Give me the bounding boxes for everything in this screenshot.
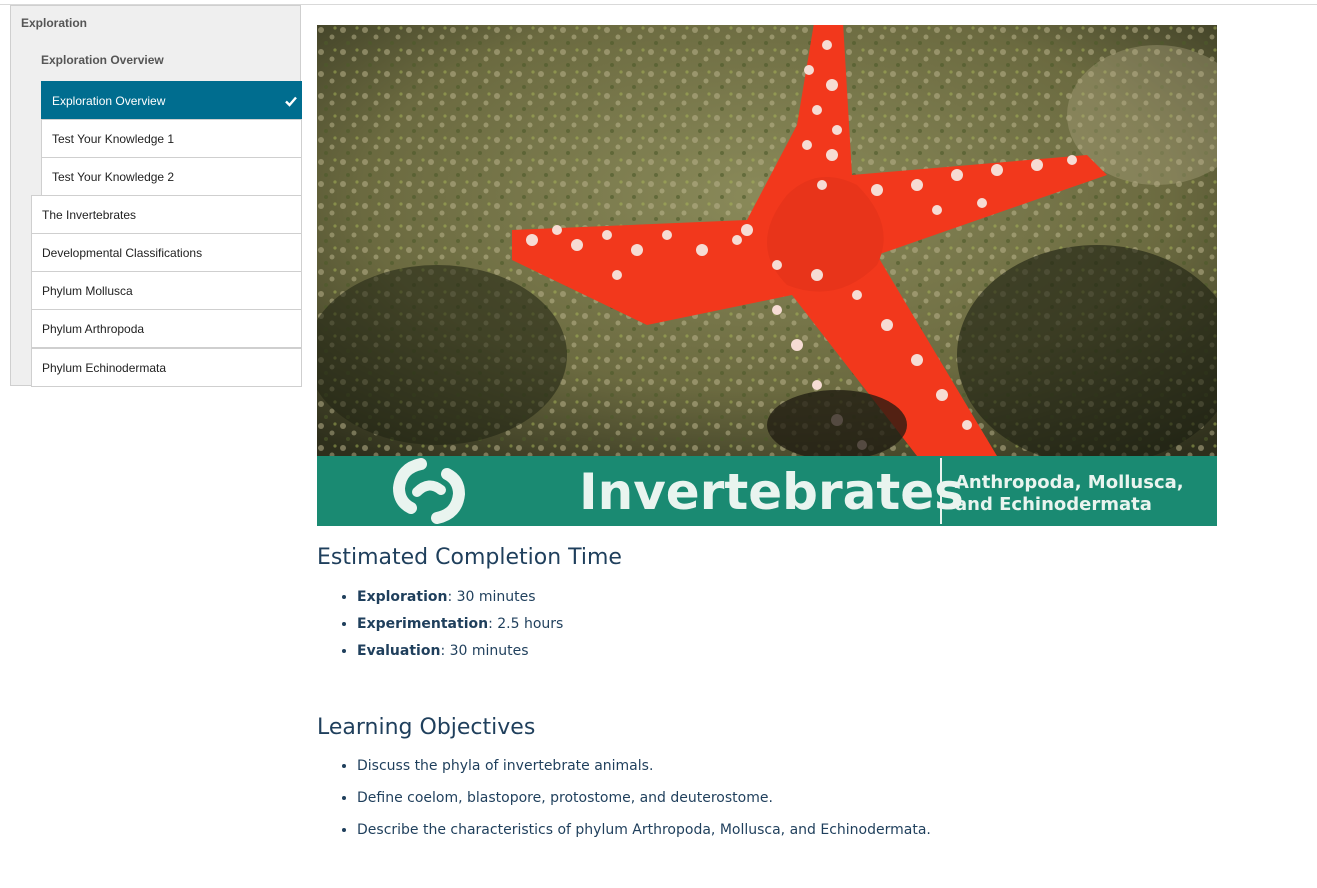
sidebar-item-label: Phylum Echinodermata — [42, 360, 167, 375]
list-item: Describe the characteristics of phylum A… — [357, 822, 931, 838]
check-icon — [285, 96, 297, 107]
link-chain-logo-icon — [392, 458, 466, 524]
banner-divider — [940, 458, 942, 524]
sidebar-item-invertebrates[interactable]: The Invertebrates — [31, 195, 302, 234]
list-item: Define coelom, blastopore, protostome, a… — [357, 790, 931, 806]
list-item: Discuss the phyla of invertebrate animal… — [357, 758, 931, 774]
item-value: : 30 minutes — [447, 589, 536, 605]
module-sidebar: Exploration Exploration Overview Explora… — [10, 5, 302, 387]
sidebar-item-test-knowledge-1[interactable]: Test Your Knowledge 1 — [41, 119, 302, 158]
sidebar-item-arthropoda[interactable]: Phylum Arthropoda — [31, 309, 302, 348]
sidebar-section-title[interactable]: Exploration — [21, 16, 87, 30]
sidebar-item-label: Phylum Arthropoda — [42, 321, 145, 336]
item-label: Experimentation — [357, 616, 489, 632]
sidebar-subsection-title[interactable]: Exploration Overview — [41, 53, 164, 67]
starfish-photo — [317, 25, 1217, 456]
sidebar-item-label: Test Your Knowledge 2 — [52, 169, 175, 184]
sidebar-item-label: Developmental Classifications — [42, 245, 203, 260]
list-item: Experimentation: 2.5 hours — [357, 616, 563, 632]
item-value: : 30 minutes — [440, 643, 529, 659]
sidebar-item-echinodermata[interactable]: Phylum Echinodermata — [31, 348, 302, 387]
item-label: Evaluation — [357, 643, 441, 659]
sidebar-item-mollusca[interactable]: Phylum Mollusca — [31, 271, 302, 310]
hero-banner: Invertebrates Anthropoda, Mollusca, and … — [317, 25, 1217, 526]
list-item: Exploration: 30 minutes — [357, 589, 563, 605]
objectives-list: Discuss the phyla of invertebrate animal… — [317, 758, 931, 838]
hero-title: Invertebrates — [579, 463, 964, 521]
sidebar-item-label: Exploration Overview — [52, 93, 166, 108]
list-item: Evaluation: 30 minutes — [357, 643, 563, 659]
sidebar-item-label: The Invertebrates — [42, 207, 137, 222]
objectives-heading: Learning Objectives — [317, 715, 536, 740]
sidebar-item-label: Phylum Mollusca — [42, 283, 133, 298]
hero-title-banner: Invertebrates Anthropoda, Mollusca, and … — [317, 456, 1217, 526]
sidebar-item-exploration-overview[interactable]: Exploration Overview — [41, 81, 302, 120]
item-label: Exploration — [357, 589, 448, 605]
hero-subtitle: Anthropoda, Mollusca, and Echinodermata — [955, 472, 1184, 515]
item-value: : 2.5 hours — [488, 616, 564, 632]
completion-list: Exploration: 30 minutes Experimentation:… — [317, 589, 563, 659]
sidebar-item-developmental-classifications[interactable]: Developmental Classifications — [31, 233, 302, 272]
completion-heading: Estimated Completion Time — [317, 545, 622, 570]
sidebar-item-test-knowledge-2[interactable]: Test Your Knowledge 2 — [41, 157, 302, 196]
sidebar-item-label: Test Your Knowledge 1 — [52, 131, 175, 146]
